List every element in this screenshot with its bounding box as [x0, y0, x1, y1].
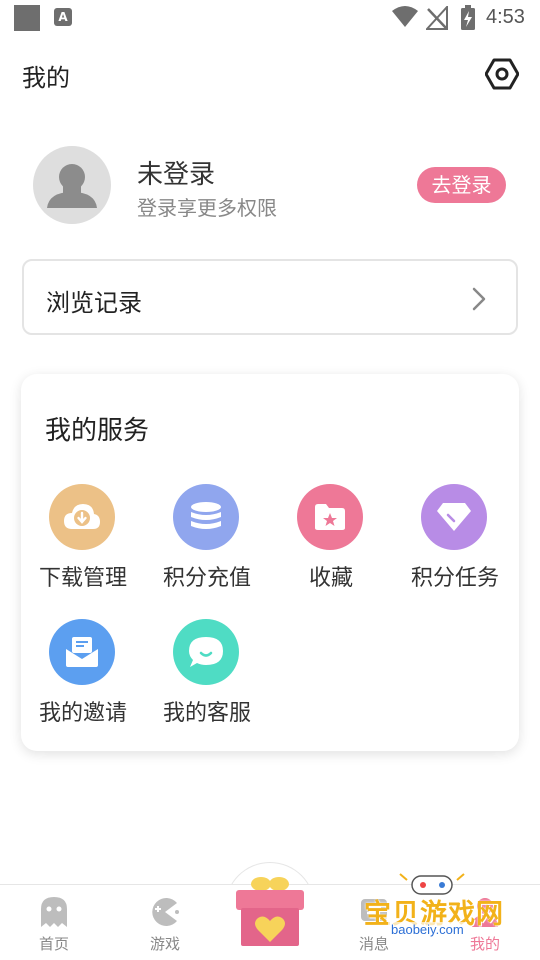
profile-subtitle: 登录享更多权限	[137, 196, 277, 220]
cloud-download-icon	[49, 484, 115, 550]
service-label: 下载管理	[38, 566, 127, 591]
star-folder-icon	[297, 484, 363, 550]
nav-home[interactable]: 首页	[14, 895, 94, 955]
chevron-right-icon	[472, 287, 486, 311]
nav-label: 游戏	[149, 935, 180, 953]
my-services-card: 我的服务 下载管理 积分充值 收藏 积分任务 我的邀请 我的客服	[21, 374, 519, 751]
a-notification-icon: A	[54, 8, 72, 26]
services-title: 我的服务	[45, 416, 150, 446]
ghost-icon	[41, 897, 67, 927]
service-my-invites[interactable]: 我的邀请	[21, 619, 145, 729]
default-user-avatar-icon	[47, 164, 97, 208]
service-label: 我的客服	[162, 701, 251, 726]
page-title: 我的	[22, 64, 70, 92]
pacman-icon	[152, 898, 179, 926]
hexagon-settings-icon	[485, 58, 519, 90]
coin-stack-icon	[173, 484, 239, 550]
service-label: 积分充值	[162, 566, 251, 591]
status-time: 4:53	[486, 6, 525, 28]
settings-button[interactable]	[482, 54, 522, 94]
no-signal-icon	[426, 6, 448, 30]
mail-icon	[49, 619, 115, 685]
watermark-url: baobeiy.com	[388, 922, 467, 937]
browse-history-label: 浏览记录	[46, 289, 142, 317]
avatar[interactable]	[33, 146, 111, 224]
service-label: 积分任务	[410, 566, 499, 591]
browse-history-card[interactable]: 浏览记录	[22, 259, 518, 335]
service-download-manager[interactable]: 下载管理	[21, 484, 145, 594]
app-notification-icon	[14, 5, 40, 31]
service-label: 收藏	[308, 566, 353, 591]
chat-bubble-icon	[173, 619, 239, 685]
nav-label: 首页	[38, 935, 69, 953]
wifi-icon	[392, 6, 418, 27]
diamond-icon	[421, 484, 487, 550]
login-button[interactable]: 去登录	[417, 167, 506, 203]
service-label: 我的邀请	[38, 701, 127, 726]
service-favorites[interactable]: 收藏	[269, 484, 393, 594]
gift-box-icon[interactable]	[234, 876, 306, 948]
service-customer-support[interactable]: 我的客服	[145, 619, 269, 729]
service-points-recharge[interactable]: 积分充值	[145, 484, 269, 594]
profile-name: 未登录	[137, 160, 216, 190]
service-points-tasks[interactable]: 积分任务	[393, 484, 517, 594]
status-bar: A 4:53	[0, 0, 540, 36]
nav-games[interactable]: 游戏	[125, 895, 205, 955]
battery-charging-icon	[461, 5, 475, 30]
watermark: 宝贝游戏网 baobeiy.com	[360, 870, 510, 940]
